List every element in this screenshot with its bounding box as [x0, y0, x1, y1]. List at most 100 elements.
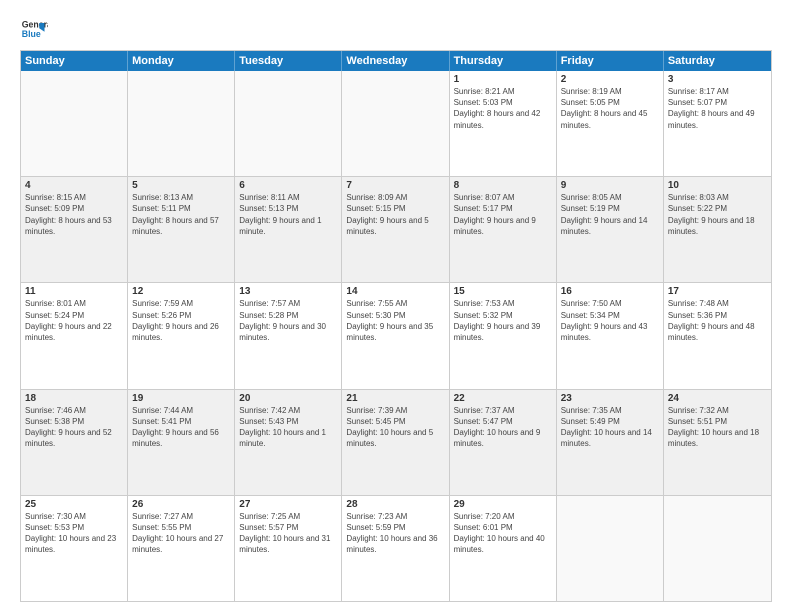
- page: General Blue SundayMondayTuesdayWednesda…: [0, 0, 792, 612]
- calendar-cell: [235, 71, 342, 176]
- calendar-cell: [21, 71, 128, 176]
- calendar-cell: 22Sunrise: 7:37 AMSunset: 5:47 PMDayligh…: [450, 390, 557, 495]
- calendar-header-cell: Sunday: [21, 51, 128, 71]
- day-info: Sunrise: 7:44 AMSunset: 5:41 PMDaylight:…: [132, 405, 230, 450]
- day-info: Sunrise: 7:27 AMSunset: 5:55 PMDaylight:…: [132, 511, 230, 556]
- day-number: 10: [668, 180, 767, 191]
- calendar-cell: 12Sunrise: 7:59 AMSunset: 5:26 PMDayligh…: [128, 283, 235, 388]
- calendar-header-cell: Wednesday: [342, 51, 449, 71]
- calendar-cell: 15Sunrise: 7:53 AMSunset: 5:32 PMDayligh…: [450, 283, 557, 388]
- day-number: 13: [239, 286, 337, 297]
- header: General Blue: [20, 16, 772, 44]
- day-info: Sunrise: 7:50 AMSunset: 5:34 PMDaylight:…: [561, 298, 659, 343]
- day-number: 12: [132, 286, 230, 297]
- day-info: Sunrise: 8:05 AMSunset: 5:19 PMDaylight:…: [561, 192, 659, 237]
- day-info: Sunrise: 8:03 AMSunset: 5:22 PMDaylight:…: [668, 192, 767, 237]
- day-number: 19: [132, 393, 230, 404]
- calendar-header-cell: Thursday: [450, 51, 557, 71]
- calendar-header: SundayMondayTuesdayWednesdayThursdayFrid…: [21, 51, 771, 71]
- day-info: Sunrise: 8:21 AMSunset: 5:03 PMDaylight:…: [454, 86, 552, 131]
- day-info: Sunrise: 7:35 AMSunset: 5:49 PMDaylight:…: [561, 405, 659, 450]
- calendar-cell: 13Sunrise: 7:57 AMSunset: 5:28 PMDayligh…: [235, 283, 342, 388]
- day-info: Sunrise: 7:55 AMSunset: 5:30 PMDaylight:…: [346, 298, 444, 343]
- calendar-header-cell: Friday: [557, 51, 664, 71]
- calendar-cell: 18Sunrise: 7:46 AMSunset: 5:38 PMDayligh…: [21, 390, 128, 495]
- day-number: 21: [346, 393, 444, 404]
- day-number: 23: [561, 393, 659, 404]
- day-number: 17: [668, 286, 767, 297]
- day-info: Sunrise: 7:42 AMSunset: 5:43 PMDaylight:…: [239, 405, 337, 450]
- calendar-week: 18Sunrise: 7:46 AMSunset: 5:38 PMDayligh…: [21, 390, 771, 496]
- day-info: Sunrise: 8:17 AMSunset: 5:07 PMDaylight:…: [668, 86, 767, 131]
- calendar-cell: 14Sunrise: 7:55 AMSunset: 5:30 PMDayligh…: [342, 283, 449, 388]
- logo-icon: General Blue: [20, 16, 48, 44]
- day-info: Sunrise: 7:57 AMSunset: 5:28 PMDaylight:…: [239, 298, 337, 343]
- day-info: Sunrise: 7:23 AMSunset: 5:59 PMDaylight:…: [346, 511, 444, 556]
- calendar-week: 11Sunrise: 8:01 AMSunset: 5:24 PMDayligh…: [21, 283, 771, 389]
- day-info: Sunrise: 8:19 AMSunset: 5:05 PMDaylight:…: [561, 86, 659, 131]
- calendar-week: 1Sunrise: 8:21 AMSunset: 5:03 PMDaylight…: [21, 71, 771, 177]
- day-info: Sunrise: 8:15 AMSunset: 5:09 PMDaylight:…: [25, 192, 123, 237]
- day-number: 5: [132, 180, 230, 191]
- calendar-header-cell: Saturday: [664, 51, 771, 71]
- day-number: 7: [346, 180, 444, 191]
- calendar-cell: 4Sunrise: 8:15 AMSunset: 5:09 PMDaylight…: [21, 177, 128, 282]
- calendar-week: 4Sunrise: 8:15 AMSunset: 5:09 PMDaylight…: [21, 177, 771, 283]
- calendar-cell: 17Sunrise: 7:48 AMSunset: 5:36 PMDayligh…: [664, 283, 771, 388]
- day-number: 29: [454, 499, 552, 510]
- day-number: 3: [668, 74, 767, 85]
- day-info: Sunrise: 7:59 AMSunset: 5:26 PMDaylight:…: [132, 298, 230, 343]
- day-number: 28: [346, 499, 444, 510]
- day-number: 20: [239, 393, 337, 404]
- calendar-cell: 8Sunrise: 8:07 AMSunset: 5:17 PMDaylight…: [450, 177, 557, 282]
- calendar-cell: 27Sunrise: 7:25 AMSunset: 5:57 PMDayligh…: [235, 496, 342, 601]
- day-number: 8: [454, 180, 552, 191]
- calendar-header-cell: Tuesday: [235, 51, 342, 71]
- day-number: 4: [25, 180, 123, 191]
- day-info: Sunrise: 7:32 AMSunset: 5:51 PMDaylight:…: [668, 405, 767, 450]
- calendar: SundayMondayTuesdayWednesdayThursdayFrid…: [20, 50, 772, 602]
- calendar-cell: 21Sunrise: 7:39 AMSunset: 5:45 PMDayligh…: [342, 390, 449, 495]
- calendar-cell: 19Sunrise: 7:44 AMSunset: 5:41 PMDayligh…: [128, 390, 235, 495]
- calendar-cell: 11Sunrise: 8:01 AMSunset: 5:24 PMDayligh…: [21, 283, 128, 388]
- calendar-header-cell: Monday: [128, 51, 235, 71]
- calendar-cell: [128, 71, 235, 176]
- calendar-cell: 2Sunrise: 8:19 AMSunset: 5:05 PMDaylight…: [557, 71, 664, 176]
- calendar-cell: 1Sunrise: 8:21 AMSunset: 5:03 PMDaylight…: [450, 71, 557, 176]
- calendar-cell: 26Sunrise: 7:27 AMSunset: 5:55 PMDayligh…: [128, 496, 235, 601]
- day-number: 18: [25, 393, 123, 404]
- day-number: 11: [25, 286, 123, 297]
- day-info: Sunrise: 7:48 AMSunset: 5:36 PMDaylight:…: [668, 298, 767, 343]
- day-info: Sunrise: 8:09 AMSunset: 5:15 PMDaylight:…: [346, 192, 444, 237]
- calendar-cell: [557, 496, 664, 601]
- day-info: Sunrise: 8:01 AMSunset: 5:24 PMDaylight:…: [25, 298, 123, 343]
- calendar-cell: [342, 71, 449, 176]
- day-number: 6: [239, 180, 337, 191]
- day-info: Sunrise: 8:11 AMSunset: 5:13 PMDaylight:…: [239, 192, 337, 237]
- day-number: 15: [454, 286, 552, 297]
- day-info: Sunrise: 7:37 AMSunset: 5:47 PMDaylight:…: [454, 405, 552, 450]
- day-number: 24: [668, 393, 767, 404]
- calendar-cell: 23Sunrise: 7:35 AMSunset: 5:49 PMDayligh…: [557, 390, 664, 495]
- day-info: Sunrise: 7:25 AMSunset: 5:57 PMDaylight:…: [239, 511, 337, 556]
- calendar-cell: 25Sunrise: 7:30 AMSunset: 5:53 PMDayligh…: [21, 496, 128, 601]
- day-info: Sunrise: 7:30 AMSunset: 5:53 PMDaylight:…: [25, 511, 123, 556]
- calendar-cell: 28Sunrise: 7:23 AMSunset: 5:59 PMDayligh…: [342, 496, 449, 601]
- calendar-cell: 7Sunrise: 8:09 AMSunset: 5:15 PMDaylight…: [342, 177, 449, 282]
- day-info: Sunrise: 8:07 AMSunset: 5:17 PMDaylight:…: [454, 192, 552, 237]
- svg-text:Blue: Blue: [22, 29, 41, 39]
- day-number: 27: [239, 499, 337, 510]
- day-info: Sunrise: 7:20 AMSunset: 6:01 PMDaylight:…: [454, 511, 552, 556]
- day-number: 16: [561, 286, 659, 297]
- calendar-body: 1Sunrise: 8:21 AMSunset: 5:03 PMDaylight…: [21, 71, 771, 601]
- calendar-cell: 6Sunrise: 8:11 AMSunset: 5:13 PMDaylight…: [235, 177, 342, 282]
- day-number: 2: [561, 74, 659, 85]
- calendar-cell: [664, 496, 771, 601]
- day-number: 9: [561, 180, 659, 191]
- logo: General Blue: [20, 16, 52, 44]
- calendar-cell: 16Sunrise: 7:50 AMSunset: 5:34 PMDayligh…: [557, 283, 664, 388]
- day-info: Sunrise: 7:46 AMSunset: 5:38 PMDaylight:…: [25, 405, 123, 450]
- day-number: 25: [25, 499, 123, 510]
- calendar-cell: 20Sunrise: 7:42 AMSunset: 5:43 PMDayligh…: [235, 390, 342, 495]
- calendar-cell: 9Sunrise: 8:05 AMSunset: 5:19 PMDaylight…: [557, 177, 664, 282]
